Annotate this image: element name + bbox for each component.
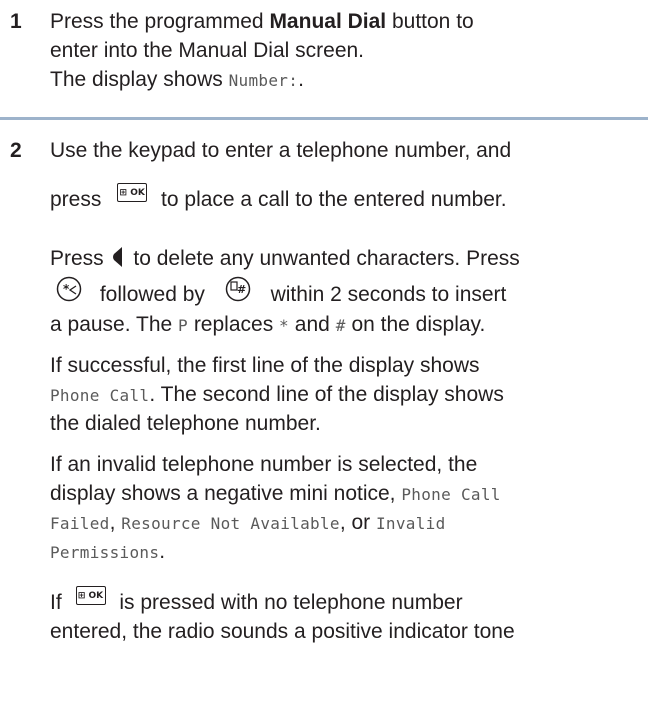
text-line: If successful, the first line of the dis…	[50, 354, 480, 377]
manual-dial-label: Manual Dial	[269, 10, 387, 33]
text: to delete any unwanted characters. Press	[133, 247, 520, 270]
text: The display shows	[50, 68, 229, 91]
text-line: the dialed telephone number.	[50, 412, 321, 435]
step-number: 1	[10, 10, 22, 33]
text-line: Failed, Resource Not Available, or Inval…	[50, 508, 446, 538]
text-line: If an invalid telephone number is select…	[50, 453, 478, 476]
text: . The second line of the display shows	[149, 383, 504, 406]
text: If	[50, 591, 62, 614]
display-text: P	[178, 316, 188, 335]
text-line: Phone Call. The second line of the displ…	[50, 380, 504, 410]
display-text: Failed	[50, 514, 110, 533]
text: followed by	[99, 283, 205, 306]
text: replaces	[187, 313, 280, 336]
display-text: Phone Call	[401, 485, 501, 504]
svg-text:*: *	[63, 282, 70, 296]
text-line: Use the keypad to enter a telephone numb…	[50, 139, 512, 162]
display-text: *	[279, 316, 289, 335]
text-line: If ⊞ OK is pressed with no telephone num…	[50, 585, 463, 617]
text: .	[298, 68, 304, 91]
text-line: Permissions.	[50, 537, 165, 567]
text: press	[50, 188, 102, 211]
text: to place a call to the entered number.	[161, 188, 507, 211]
divider	[0, 117, 648, 120]
display-text: Resource Not Available	[121, 514, 340, 533]
text: , or	[339, 511, 376, 534]
text: button to	[386, 10, 474, 33]
step-number: 2	[10, 139, 22, 162]
text: Press	[50, 247, 104, 270]
display-text: Number:	[228, 71, 299, 90]
text: ,	[109, 511, 122, 534]
hash-key-icon: #	[225, 276, 251, 302]
text: .	[159, 540, 166, 563]
text: and	[288, 313, 336, 336]
text-line: Press the programmed Manual Dial button …	[50, 7, 474, 36]
text-line: a pause. The P replaces * and # on the d…	[50, 310, 485, 340]
display-text: #	[335, 316, 346, 335]
text: is pressed with no telephone number	[119, 591, 463, 614]
display-text: Permissions	[50, 543, 160, 562]
display-text: Phone Call	[50, 386, 150, 405]
display-text: Invalid	[376, 514, 446, 533]
text: display shows a negative mini notice,	[50, 482, 402, 505]
text: on the display.	[345, 313, 486, 336]
text-line: * followed by # within 2 seconds to inse…	[50, 277, 507, 309]
text: Press the programmed	[50, 10, 270, 33]
left-arrow-key-icon	[112, 246, 124, 268]
text-line: enter into the Manual Dial screen.	[50, 39, 365, 62]
text-line: entered, the radio sounds a positive ind…	[50, 620, 515, 643]
text: within 2 seconds to insert	[270, 283, 507, 306]
text-line: display shows a negative mini notice, Ph…	[50, 479, 501, 509]
text-line: Press to delete any unwanted characters.…	[50, 244, 520, 273]
text-line: press ⊞ OK to place a call to the entere…	[50, 182, 507, 214]
text: a pause. The	[50, 313, 179, 336]
star-key-icon: *	[56, 276, 82, 302]
menu-ok-key-icon: ⊞ OK	[117, 182, 148, 202]
text-line: The display shows Number:.	[50, 65, 304, 95]
svg-text:#: #	[237, 283, 246, 296]
menu-ok-key-icon: ⊞ OK	[75, 585, 106, 605]
